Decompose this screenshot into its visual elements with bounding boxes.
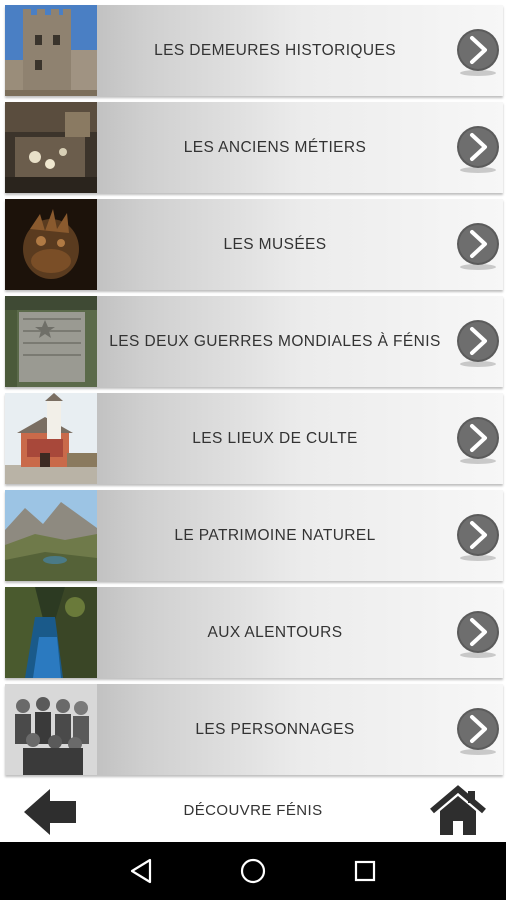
- wooden-sculpture-photo: [5, 199, 97, 290]
- mountain-valley-photo: [5, 490, 97, 581]
- menu-item-personnages[interactable]: LES PERSONNAGES: [5, 684, 503, 775]
- chevron-right-circle-icon[interactable]: [455, 318, 501, 368]
- workshop-interior-photo: [5, 102, 97, 193]
- historic-group-photo: [5, 684, 97, 775]
- menu-item-label: LES MUSÉES: [223, 235, 327, 253]
- nav-recents-square-icon[interactable]: [350, 856, 380, 886]
- chevron-right-circle-icon[interactable]: [455, 706, 501, 756]
- menu-item-label: AUX ALENTOURS: [207, 623, 343, 641]
- menu-item-lieux-de-culte[interactable]: LES LIEUX DE CULTE: [5, 393, 503, 484]
- menu-item-patrimoine-naturel[interactable]: LE PATRIMOINE NATUREL: [5, 490, 503, 581]
- footer-title: DÉCOUVRE FÉNIS: [183, 802, 323, 819]
- menu-item-label: LES ANCIENS MÉTIERS: [183, 138, 367, 156]
- menu-item-anciens-metiers[interactable]: LES ANCIENS MÉTIERS: [5, 102, 503, 193]
- menu-item-label: LES PERSONNAGES: [195, 720, 355, 738]
- nav-home-circle-icon[interactable]: [238, 856, 268, 886]
- menu-item-label: LES DEMEURES HISTORIQUES: [154, 41, 396, 59]
- chevron-right-circle-icon[interactable]: [455, 27, 501, 77]
- gorge-stream-photo: [5, 587, 97, 678]
- menu-item-guerres-mondiales[interactable]: LES DEUX GUERRES MONDIALES À FÉNIS: [5, 296, 503, 387]
- stone-memorial-photo: [5, 296, 97, 387]
- menu-item-musees[interactable]: LES MUSÉES: [5, 199, 503, 290]
- nav-back-triangle-icon[interactable]: [126, 856, 156, 886]
- chevron-right-circle-icon[interactable]: [455, 512, 501, 562]
- back-arrow-icon[interactable]: [20, 785, 80, 839]
- system-navigation-bar: [0, 842, 506, 900]
- home-icon[interactable]: [428, 785, 488, 839]
- castle-tower-photo: [5, 5, 97, 96]
- chapel-photo: [5, 393, 97, 484]
- menu-item-label: LES DEUX GUERRES MONDIALES À FÉNIS: [109, 332, 441, 350]
- bottom-toolbar: DÉCOUVRE FÉNIS: [0, 779, 506, 842]
- menu-item-label: LES LIEUX DE CULTE: [192, 429, 358, 447]
- chevron-right-circle-icon[interactable]: [455, 124, 501, 174]
- chevron-right-circle-icon[interactable]: [455, 221, 501, 271]
- chevron-right-circle-icon[interactable]: [455, 415, 501, 465]
- menu-item-aux-alentours[interactable]: AUX ALENTOURS: [5, 587, 503, 678]
- chevron-right-circle-icon[interactable]: [455, 609, 501, 659]
- menu-item-demeures-historiques[interactable]: LES DEMEURES HISTORIQUES: [5, 5, 503, 96]
- menu-item-label: LE PATRIMOINE NATUREL: [174, 526, 376, 544]
